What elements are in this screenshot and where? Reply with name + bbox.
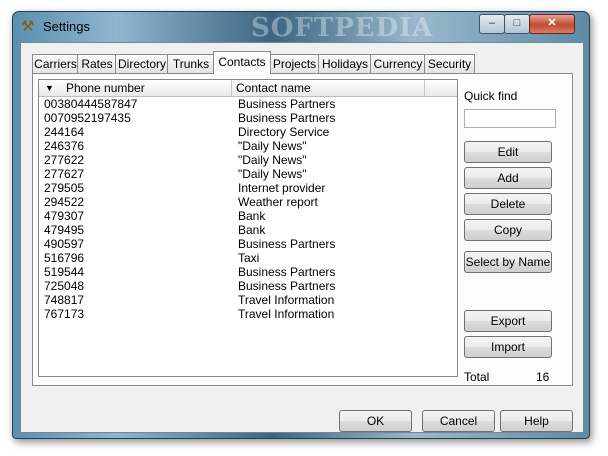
- contact-name-cell: Bank: [238, 223, 266, 237]
- column-header-contact-name[interactable]: Contact name: [232, 80, 425, 96]
- maximize-button[interactable]: □: [504, 14, 530, 34]
- tab-currency[interactable]: Currency: [370, 54, 426, 73]
- quick-find-label: Quick find: [464, 89, 518, 103]
- add-button[interactable]: Add: [464, 167, 552, 189]
- phone-cell: 479307: [44, 209, 85, 223]
- import-button[interactable]: Import: [464, 336, 552, 358]
- contact-name-cell: Business Partners: [238, 111, 336, 125]
- table-row[interactable]: 246376 "Daily News": [39, 139, 457, 153]
- ok-button[interactable]: OK: [339, 410, 412, 432]
- tab-holidays[interactable]: Holidays: [318, 54, 372, 73]
- contact-name-cell: Business Partners: [238, 279, 336, 293]
- phone-cell: 725048: [44, 279, 85, 293]
- table-row[interactable]: 0070952197435 Business Partners: [39, 111, 457, 125]
- table-row[interactable]: 277622 "Daily News": [39, 153, 457, 167]
- contact-name-cell: Business Partners: [238, 265, 336, 279]
- contact-name-cell: Travel Information: [238, 307, 335, 321]
- tools-icon: ⚒: [21, 18, 35, 35]
- close-button[interactable]: ✕: [529, 14, 575, 34]
- phone-cell: 767173: [44, 307, 85, 321]
- phone-cell: 244164: [44, 125, 85, 139]
- contact-name-cell: Directory Service: [238, 125, 330, 139]
- phone-cell: 519544: [44, 265, 85, 279]
- softpedia-watermark: SOFTPEDIA: [251, 13, 434, 43]
- tab-contacts[interactable]: Contacts: [213, 51, 271, 74]
- tab-projects[interactable]: Projects: [269, 54, 320, 73]
- phone-cell: 246376: [44, 139, 85, 153]
- quick-find-input[interactable]: [464, 109, 556, 128]
- phone-cell: 277627: [44, 167, 85, 181]
- phone-cell: 479495: [44, 223, 85, 237]
- table-row[interactable]: 516796 Taxi: [39, 251, 457, 265]
- phone-cell: 279505: [44, 181, 85, 195]
- sort-descending-icon: ▼: [45, 83, 54, 93]
- contact-name-cell: Travel Information: [238, 293, 335, 307]
- contact-name-cell: "Daily News": [238, 153, 307, 167]
- delete-button[interactable]: Delete: [464, 193, 552, 215]
- phone-cell: 00380444587847: [44, 97, 138, 111]
- total-label: Total: [464, 370, 490, 384]
- tab-trunks[interactable]: Trunks: [167, 54, 215, 73]
- help-button[interactable]: Help: [500, 410, 573, 432]
- phone-cell: 0070952197435: [44, 111, 131, 125]
- contact-name-cell: Business Partners: [238, 97, 336, 111]
- table-row[interactable]: 725048 Business Partners: [39, 279, 457, 293]
- contacts-list[interactable]: ▼ Phone number Contact name 003804445878…: [38, 79, 458, 377]
- contact-name-cell: Taxi: [238, 251, 260, 265]
- select-by-name-button[interactable]: Select by Name: [464, 251, 552, 273]
- table-row[interactable]: 490597 Business Partners: [39, 237, 457, 251]
- settings-window: ⚒ Settings SOFTPEDIA – □ ✕ Carriers Rate…: [12, 11, 590, 439]
- column-header-filler: [425, 80, 457, 96]
- edit-button[interactable]: Edit: [464, 141, 552, 163]
- tab-directory[interactable]: Directory: [115, 54, 169, 73]
- list-rows: 00380444587847 Business Partners 00709521…: [39, 97, 457, 321]
- table-row[interactable]: 479495 Bank: [39, 223, 457, 237]
- contact-name-cell: Internet provider: [238, 181, 326, 195]
- phone-cell: 748817: [44, 293, 85, 307]
- phone-cell: 277622: [44, 153, 85, 167]
- table-row[interactable]: 244164 Directory Service: [39, 125, 457, 139]
- contact-name-cell: Weather report: [238, 195, 318, 209]
- contact-name-cell: Business Partners: [238, 237, 336, 251]
- table-row[interactable]: 767173 Travel Information: [39, 307, 457, 321]
- contact-name-cell: "Daily News": [238, 139, 307, 153]
- table-row[interactable]: 277627 "Daily News": [39, 167, 457, 181]
- tab-rates[interactable]: Rates: [77, 54, 117, 73]
- table-row[interactable]: 479307 Bank: [39, 209, 457, 223]
- contact-name-cell: "Daily News": [238, 167, 307, 181]
- cancel-button[interactable]: Cancel: [422, 410, 495, 432]
- tab-security[interactable]: Security: [424, 54, 475, 73]
- total-count: 16: [536, 370, 550, 384]
- list-header: ▼ Phone number Contact name: [39, 80, 457, 97]
- export-button[interactable]: Export: [464, 310, 552, 332]
- table-row[interactable]: 00380444587847 Business Partners: [39, 97, 457, 111]
- table-row[interactable]: 519544 Business Partners: [39, 265, 457, 279]
- copy-button[interactable]: Copy: [464, 219, 552, 241]
- tab-carriers[interactable]: Carriers: [32, 54, 79, 73]
- minimize-button[interactable]: –: [479, 14, 505, 34]
- dialog-client-area: Carriers Rates Directory Trunks Contacts…: [20, 42, 584, 433]
- table-row[interactable]: 294522 Weather report: [39, 195, 457, 209]
- phone-cell: 516796: [44, 251, 85, 265]
- window-title: Settings: [43, 19, 90, 34]
- table-row[interactable]: 748817 Travel Information: [39, 293, 457, 307]
- phone-cell: 490597: [44, 237, 85, 251]
- table-row[interactable]: 279505 Internet provider: [39, 181, 457, 195]
- phone-cell: 294522: [44, 195, 85, 209]
- contact-name-cell: Bank: [238, 209, 266, 223]
- column-header-phone[interactable]: ▼ Phone number: [39, 80, 232, 96]
- contacts-panel: ▼ Phone number Contact name 003804445878…: [32, 73, 573, 386]
- title-bar[interactable]: ⚒ Settings SOFTPEDIA – □ ✕: [13, 12, 589, 43]
